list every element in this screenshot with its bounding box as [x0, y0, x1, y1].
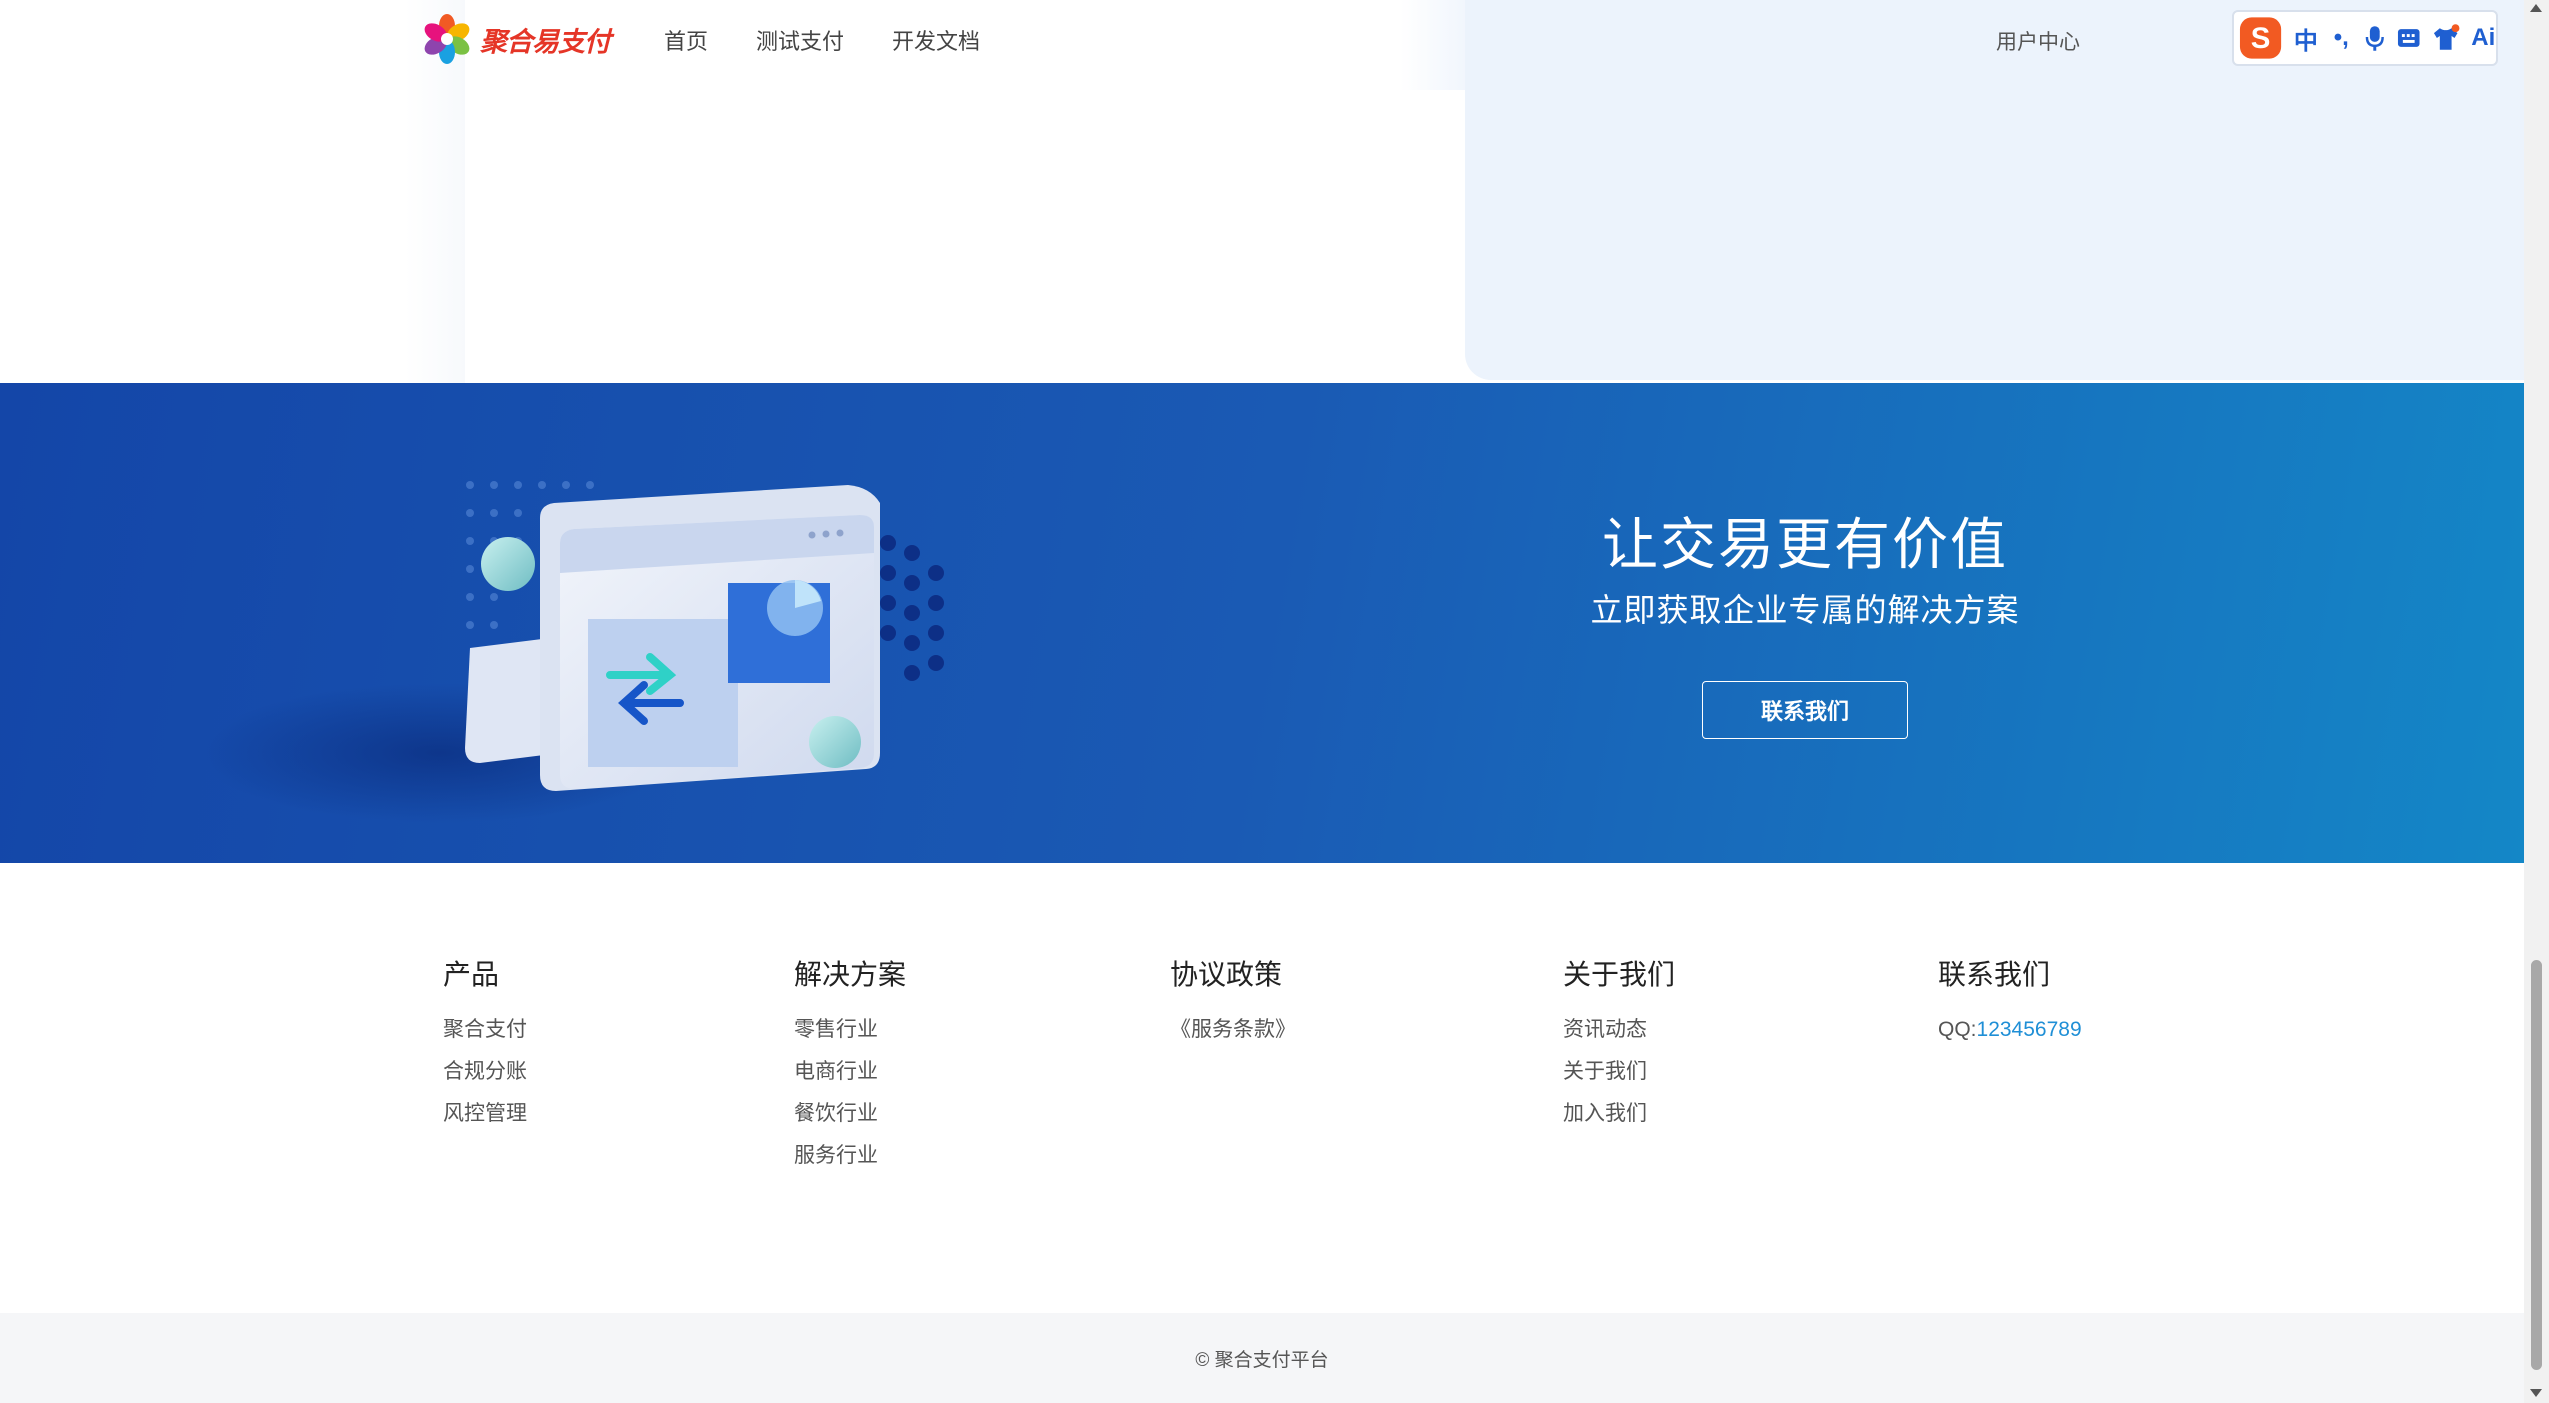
- copyright-bar: © 聚合支付平台: [0, 1313, 2524, 1403]
- footer-col-products: 产品 聚合支付 合规分账 风控管理: [443, 953, 527, 1135]
- footer-col-about: 关于我们 资讯动态 关于我们 加入我们: [1563, 953, 1675, 1135]
- scroll-up-arrow-icon[interactable]: [2530, 4, 2542, 12]
- footer-link[interactable]: 零售行业: [794, 1009, 906, 1051]
- nav-dev-docs[interactable]: 开发文档: [892, 24, 980, 56]
- footer-link[interactable]: 《服务条款》: [1170, 1009, 1296, 1051]
- footer-col-solutions: 解决方案 零售行业 电商行业 餐饮行业 服务行业: [794, 953, 906, 1177]
- microphone-icon[interactable]: [2364, 24, 2386, 52]
- footer-link[interactable]: 加入我们: [1563, 1093, 1675, 1135]
- qq-label: QQ:: [1938, 1018, 1977, 1041]
- nav-links: 首页 测试支付 开发文档: [664, 24, 980, 56]
- contact-us-button[interactable]: 联系我们: [1702, 681, 1908, 739]
- brand-logo[interactable]: 聚合易支付: [420, 10, 611, 68]
- punctuation-icon[interactable]: •,: [2329, 24, 2354, 52]
- nav-home[interactable]: 首页: [664, 24, 708, 56]
- footer-col-title: 协议政策: [1170, 959, 1283, 990]
- footer-col-title: 关于我们: [1563, 959, 1676, 990]
- qq-contact: QQ:123456789: [1938, 1009, 2082, 1051]
- brand-name: 聚合易支付: [480, 26, 611, 57]
- shirt-skin-icon[interactable]: [2431, 24, 2460, 52]
- top-navbar: 聚合易支付 首页 测试支付 开发文档 用户中心 S 中 •, Ai: [0, 0, 2524, 80]
- keyboard-icon[interactable]: [2396, 26, 2421, 50]
- footer-link[interactable]: 风控管理: [443, 1093, 527, 1135]
- payment-illustration: [200, 481, 944, 823]
- cta-banner: 让交易更有价值 立即获取企业专属的解决方案 联系我们: [0, 383, 2524, 863]
- footer-link[interactable]: 电商行业: [794, 1051, 906, 1093]
- user-center-link[interactable]: 用户中心: [1996, 26, 2080, 56]
- footer-link[interactable]: 资讯动态: [1563, 1009, 1675, 1051]
- banner-subtitle: 立即获取企业专属的解决方案: [1590, 592, 2020, 628]
- chinese-mode-icon[interactable]: 中: [2293, 21, 2318, 56]
- ai-icon[interactable]: Ai: [2471, 24, 2496, 52]
- scroll-down-arrow-icon[interactable]: [2530, 1389, 2542, 1397]
- ime-toolbar[interactable]: S 中 •, Ai: [2232, 10, 2498, 66]
- footer-col-policies: 协议政策 《服务条款》: [1170, 953, 1296, 1051]
- svg-text:S: S: [2251, 22, 2271, 55]
- footer-link[interactable]: 服务行业: [794, 1135, 906, 1177]
- flower-logo-icon: [424, 14, 470, 64]
- footer-link[interactable]: 合规分账: [443, 1051, 527, 1093]
- sogou-s-logo-icon[interactable]: S: [2238, 15, 2283, 61]
- footer-link[interactable]: 聚合支付: [443, 1009, 527, 1051]
- footer-col-title: 联系我们: [1938, 959, 2051, 990]
- banner-title: 让交易更有价值: [1602, 513, 2008, 576]
- copyright-text: © 聚合支付平台: [1195, 1349, 1329, 1371]
- footer-col-contact: 联系我们 QQ:123456789: [1938, 953, 2082, 1051]
- footer-link[interactable]: 关于我们: [1563, 1051, 1675, 1093]
- footer-col-title: 产品: [443, 959, 500, 990]
- nav-test-payment[interactable]: 测试支付: [756, 24, 844, 56]
- page-scrollbar[interactable]: [2524, 0, 2549, 1403]
- scroll-thumb[interactable]: [2531, 960, 2542, 1370]
- qq-number-link[interactable]: 123456789: [1977, 1018, 2082, 1041]
- footer: 产品 聚合支付 合规分账 风控管理 解决方案 零售行业 电商行业 餐饮行业 服务…: [0, 863, 2524, 1313]
- footer-col-title: 解决方案: [794, 959, 907, 990]
- footer-link[interactable]: 餐饮行业: [794, 1093, 906, 1135]
